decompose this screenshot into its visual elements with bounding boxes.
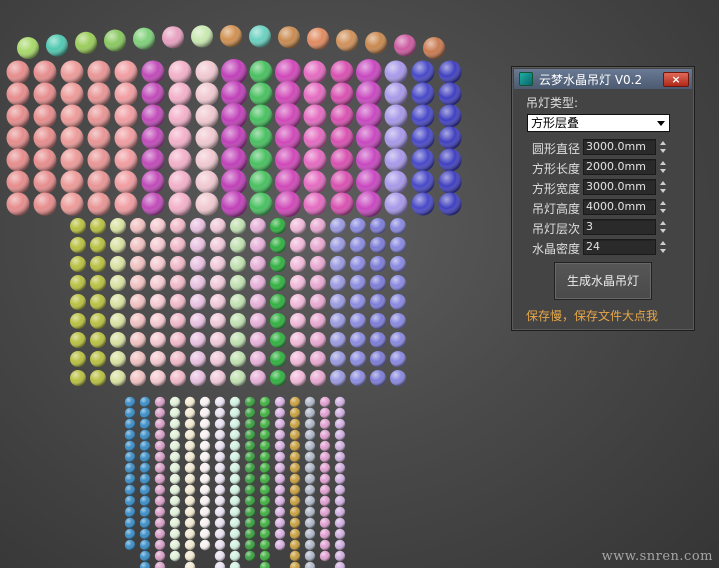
spinner-up-icon[interactable] [660,141,666,145]
param-label: 圆形直径 [532,142,581,156]
spinner[interactable] [658,159,668,175]
param-row-square-length: 方形长度 2000.0mm [512,159,694,176]
height-field[interactable]: 4000.0mm [583,199,656,215]
param-row-density: 水晶密度 24 [512,239,694,256]
param-row-height: 吊灯高度 4000.0mm [512,199,694,216]
spinner-down-icon[interactable] [660,249,666,253]
param-label: 吊灯层次 [532,222,581,236]
app-icon [519,72,533,86]
param-label: 方形长度 [532,162,581,176]
spinner-down-icon[interactable] [660,149,666,153]
param-label: 水晶密度 [532,242,581,256]
spinner-up-icon[interactable] [660,161,666,165]
param-row-layers: 吊灯层次 3 [512,219,694,236]
panel-title: 云梦水晶吊灯 V0.2 [539,72,643,87]
generate-chandelier-button[interactable]: 生成水晶吊灯 [554,262,652,300]
chevron-down-icon [657,121,665,126]
param-row-circle-diameter: 圆形直径 3000.0mm [512,139,694,156]
spinner-up-icon[interactable] [660,241,666,245]
watermark: www.snren.com [601,549,713,564]
spinner-down-icon[interactable] [660,209,666,213]
density-field[interactable]: 24 [583,239,656,255]
param-row-square-width: 方形宽度 3000.0mm [512,179,694,196]
type-select[interactable]: 方形层叠 [527,114,670,132]
spinner[interactable] [658,239,668,255]
layers-field[interactable]: 3 [583,219,656,235]
param-label: 吊灯高度 [532,202,581,216]
spinner-down-icon[interactable] [660,189,666,193]
param-label: 方形宽度 [532,182,581,196]
spinner[interactable] [658,139,668,155]
spinner-down-icon[interactable] [660,229,666,233]
close-button[interactable]: × [663,71,689,87]
square-width-field[interactable]: 3000.0mm [583,179,656,195]
spinner-up-icon[interactable] [660,221,666,225]
spinner[interactable] [658,219,668,235]
square-length-field[interactable]: 2000.0mm [583,159,656,175]
chandelier-tool-panel: 云梦水晶吊灯 V0.2 × 吊灯类型: 方形层叠 圆形直径 3000.0mm 方… [511,66,695,331]
spinner-up-icon[interactable] [660,201,666,205]
spinner-down-icon[interactable] [660,169,666,173]
circle-diameter-field[interactable]: 3000.0mm [583,139,656,155]
panel-titlebar[interactable]: 云梦水晶吊灯 V0.2 × [514,69,692,89]
spinner[interactable] [658,179,668,195]
save-note-link[interactable]: 保存慢，保存文件大点我 [526,307,658,324]
spinner-up-icon[interactable] [660,181,666,185]
type-label: 吊灯类型: [526,96,579,110]
type-select-value: 方形层叠 [531,116,580,130]
spinner[interactable] [658,199,668,215]
